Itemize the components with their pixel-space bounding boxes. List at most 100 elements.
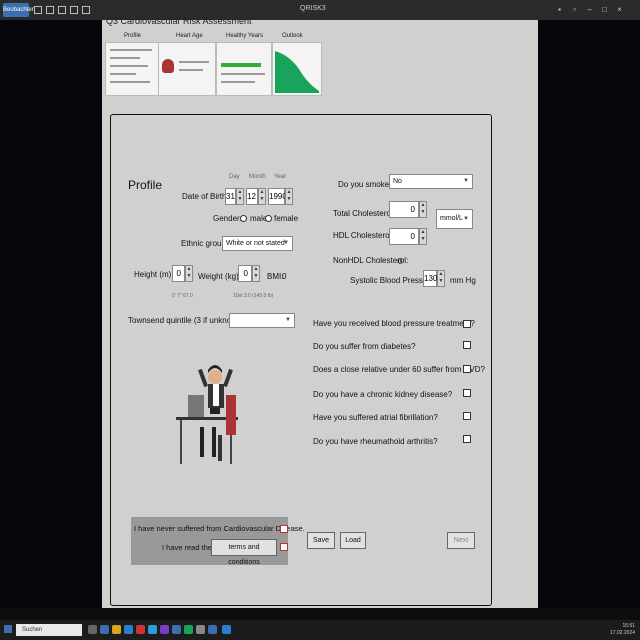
outlook-chart-icon	[275, 51, 319, 93]
person-at-desk-illustration	[176, 365, 238, 464]
hdl-stepper[interactable]: ▲ ▼	[419, 228, 427, 245]
save-button[interactable]: Save	[307, 532, 335, 549]
height-stepper[interactable]: ▲ ▼	[185, 265, 193, 282]
townsend-select[interactable]: ▼	[229, 313, 295, 328]
read-the-label: I have read the	[162, 543, 213, 552]
weight-stepper[interactable]: ▲ ▼	[252, 265, 260, 282]
healthy-years-thumbnail[interactable]	[216, 42, 272, 96]
diabetes-checkbox[interactable]	[463, 341, 471, 349]
app-icon[interactable]	[148, 625, 157, 634]
nonhdl-value: 0	[398, 257, 403, 266]
profile-thumbnail[interactable]	[105, 42, 159, 96]
app-icon[interactable]	[136, 625, 145, 634]
year-input[interactable]: 1990	[268, 188, 287, 205]
task-view-icon[interactable]	[88, 625, 97, 634]
month-stepper[interactable]: ▲ ▼	[258, 188, 266, 205]
sbp-unit: mm Hg	[450, 276, 476, 285]
pin-icon[interactable]: ▪	[555, 5, 564, 14]
close-icon[interactable]: ×	[615, 5, 624, 14]
minimize-icon[interactable]: –	[585, 5, 594, 14]
ethnic-label: Ethnic group	[181, 239, 226, 248]
day-stepper[interactable]: ▲ ▼	[236, 188, 244, 205]
month-label: Month	[249, 174, 266, 180]
height-input[interactable]: 0	[172, 265, 185, 282]
app-icon[interactable]	[208, 625, 217, 634]
app-icon[interactable]	[160, 625, 169, 634]
female-label: female	[274, 214, 299, 223]
question-atrial-fibrillation: Have you suffered atrial fibrillation?	[313, 413, 438, 422]
screenshot-icon[interactable]: ▫	[570, 5, 579, 14]
maximize-icon[interactable]: □	[600, 5, 609, 14]
day-input[interactable]: 31	[225, 188, 236, 205]
chevron-down-icon: ▼	[283, 240, 289, 246]
kidney-checkbox[interactable]	[463, 389, 471, 397]
ethnic-select[interactable]: White or not stated ▼	[222, 236, 293, 251]
smoke-label: Do you smoke?	[338, 180, 394, 189]
smoke-value: No	[393, 178, 402, 185]
total-chol-input[interactable]: 0	[389, 201, 419, 218]
height-hint: 5' 7" 67.0	[172, 293, 193, 299]
status-line	[0, 608, 640, 620]
never-suffered-checkbox[interactable]	[280, 525, 288, 533]
windows-start-icon[interactable]	[4, 625, 12, 633]
next-button[interactable]: Next	[447, 532, 475, 549]
weight-input[interactable]: 0	[238, 265, 252, 282]
taskbar: Suchen 16:51 17.02.2024	[0, 620, 640, 640]
chevron-down-icon: ▼	[463, 178, 469, 184]
atrial-fibrillation-checkbox[interactable]	[463, 412, 471, 420]
chol-unit-select[interactable]: mmol/L ▼	[436, 209, 473, 229]
toolbar-icon[interactable]	[82, 6, 90, 14]
dob-label: Date of Birth	[182, 192, 227, 201]
sbp-input[interactable]: 130	[423, 270, 437, 287]
taskbar-search[interactable]: Suchen	[16, 624, 82, 636]
chol-unit-value: mmol/L	[440, 215, 463, 222]
window-title: QRISK3	[300, 5, 326, 12]
total-chol-label: Total Cholesterol:	[333, 209, 395, 218]
beobachten-button[interactable]: Beobachten	[3, 3, 35, 17]
gender-label: Gender:	[213, 214, 242, 223]
folder-icon[interactable]	[112, 625, 121, 634]
app-icon[interactable]	[172, 625, 181, 634]
male-radio[interactable]	[240, 215, 247, 222]
bp-treatment-checkbox[interactable]	[463, 320, 471, 328]
toolbar-icon[interactable]	[34, 6, 42, 14]
height-label: Height (m):	[134, 270, 174, 279]
outlook-thumbnail[interactable]	[272, 42, 322, 96]
app-icon[interactable]	[184, 625, 193, 634]
question-family-cvd: Does a close relative under 60 suffer fr…	[313, 365, 485, 374]
tab-profile[interactable]: Profile	[124, 33, 141, 39]
ethnic-value: White or not stated	[226, 240, 285, 247]
month-input[interactable]: 12	[246, 188, 258, 205]
day-label: Day	[229, 174, 240, 180]
tab-heart-age[interactable]: Heart Age	[176, 33, 203, 39]
terms-button[interactable]: terms and conditions	[211, 539, 277, 566]
hdl-input[interactable]: 0	[389, 228, 419, 245]
smoke-select[interactable]: No ▼	[389, 174, 473, 189]
bmi-value: 0	[282, 272, 287, 281]
weight-hint: 10st 3.0 (143.0 lb)	[233, 293, 274, 299]
tab-healthy-years[interactable]: Healthy Years	[226, 33, 263, 39]
female-radio[interactable]	[265, 215, 272, 222]
question-diabetes: Do you suffer from diabetes?	[313, 342, 416, 351]
tab-outlook[interactable]: Outlook	[282, 33, 303, 39]
terms-checkbox[interactable]	[280, 543, 288, 551]
sbp-stepper[interactable]: ▲ ▼	[437, 270, 445, 287]
toolbar-icon[interactable]	[58, 6, 66, 14]
rheumatoid-checkbox[interactable]	[463, 435, 471, 443]
load-button[interactable]: Load	[340, 532, 366, 549]
question-rheumatoid: Do you have rheumathoid arthritis?	[313, 437, 438, 446]
app-icon[interactable]	[196, 625, 205, 634]
year-label: Year	[274, 174, 287, 180]
app-icon[interactable]	[100, 625, 109, 634]
weight-label: Weight (kg):	[198, 272, 241, 281]
heart-age-thumbnail[interactable]	[158, 42, 216, 96]
toolbar-icon[interactable]	[46, 6, 54, 14]
active-app-icon[interactable]	[222, 625, 231, 634]
toolbar-icon[interactable]	[70, 6, 78, 14]
family-cvd-checkbox[interactable]	[463, 365, 471, 373]
question-kidney: Do you have a chronic kidney disease?	[313, 390, 453, 399]
profile-heading: Profile	[128, 178, 163, 192]
year-stepper[interactable]: ▲ ▼	[285, 188, 293, 205]
edge-icon[interactable]	[124, 625, 133, 634]
total-chol-stepper[interactable]: ▲ ▼	[419, 201, 427, 218]
